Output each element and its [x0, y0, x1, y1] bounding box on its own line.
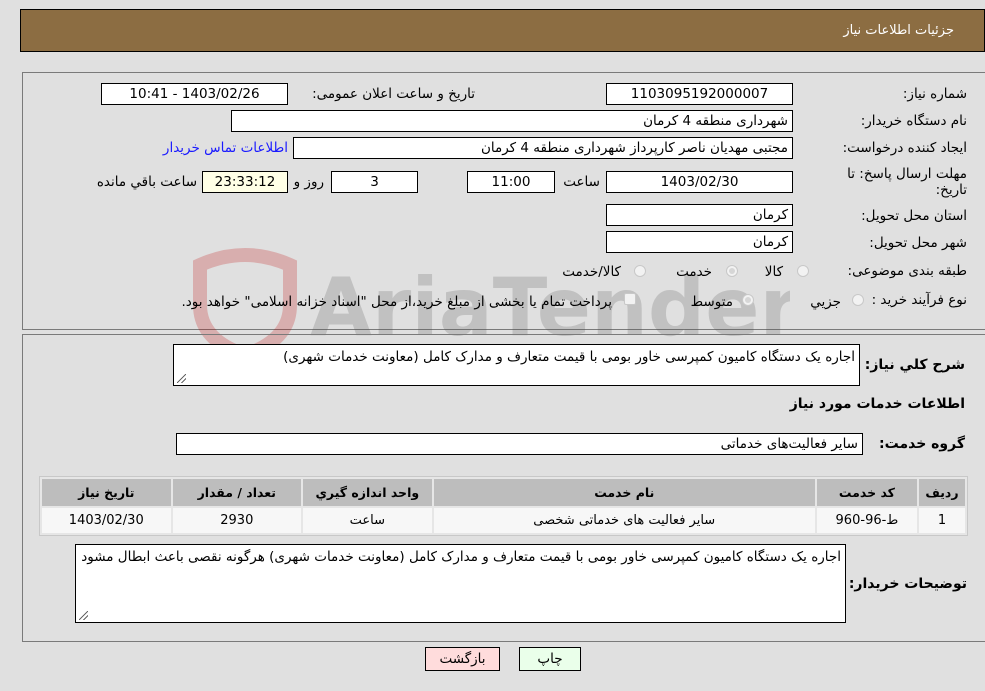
cell-unit: ساعت — [303, 508, 432, 533]
service-group-field[interactable]: سایر فعالیت‌های خدماتی — [176, 433, 863, 455]
col-row-number: رديف — [918, 479, 965, 506]
col-service-code: كد خدمت — [816, 479, 917, 506]
province-field[interactable]: کرمان — [606, 204, 793, 226]
table-row: 1 ط-96-960 سایر فعالیت های خدماتی شخصی س… — [42, 508, 965, 533]
col-unit: واحد اندازه گيري — [303, 479, 432, 506]
purchase-type-radio-medium[interactable] — [742, 294, 754, 306]
category-radio-goods[interactable] — [797, 265, 809, 277]
purchase-type-option-medium: متوسط — [690, 294, 733, 310]
print-button[interactable]: چاپ — [519, 647, 581, 671]
cell-quantity: 2930 — [172, 508, 302, 533]
announce-datetime-field[interactable]: 1403/02/26 - 10:41 — [101, 83, 288, 105]
purchase-type-radio-minor[interactable] — [852, 294, 864, 306]
category-option-goods-service: کالا/خدمت — [562, 264, 621, 280]
table-header-row: رديف كد خدمت نام خدمت واحد اندازه گيري ت… — [42, 479, 965, 506]
need-number-label: شماره نیاز: — [902, 86, 967, 102]
col-need-date: تاريخ نياز — [42, 479, 171, 506]
category-option-service: خدمت — [676, 264, 712, 280]
category-label: طبقه بندی موضوعی: — [847, 263, 967, 279]
remaining-days-field[interactable]: 3 — [331, 171, 418, 193]
buyer-org-field[interactable]: شهرداری منطقه 4 کرمان — [231, 110, 793, 132]
city-label: شهر محل تحویل: — [869, 235, 967, 251]
page-header: جزئیات اطلاعات نیاز — [20, 9, 985, 52]
city-field[interactable]: کرمان — [606, 231, 793, 253]
province-label: استان محل تحویل: — [861, 208, 967, 224]
deadline-date-field[interactable]: 1403/02/30 — [606, 171, 793, 193]
treasury-checkbox[interactable] — [624, 293, 636, 305]
category-option-goods: کالا — [764, 264, 783, 280]
category-radio-goods-service[interactable] — [634, 265, 646, 277]
page-title: جزئیات اطلاعات نیاز — [843, 23, 954, 38]
treasury-checkbox-label: پرداخت تمام یا بخشی از مبلغ خرید،از محل … — [181, 294, 612, 310]
deadline-time-field[interactable]: 11:00 — [467, 171, 555, 193]
service-group-label: گروه خدمت: — [879, 436, 965, 452]
days-label: روز و — [293, 174, 324, 190]
requester-label: ایجاد کننده درخواست: — [842, 140, 967, 156]
buyer-notes-text: اجاره یک دستگاه کامیون کمپرسی خاور بومی … — [81, 549, 841, 565]
col-quantity: تعداد / مقدار — [172, 479, 302, 506]
services-table: رديف كد خدمت نام خدمت واحد اندازه گيري ت… — [39, 476, 968, 536]
buyer-notes-label: توضيحات خريدار: — [848, 576, 967, 592]
buyer-contact-link[interactable]: اطلاعات تماس خریدار — [163, 140, 288, 156]
cell-need-date: 1403/02/30 — [42, 508, 171, 533]
services-heading: اطلاعات خدمات مورد نياز — [789, 396, 965, 412]
buyer-org-label: نام دستگاه خریدار: — [860, 113, 967, 129]
purchase-type-option-minor: جزيي — [810, 294, 841, 310]
resize-grip-icon[interactable] — [177, 374, 186, 383]
deadline-time-label: ساعت — [563, 174, 600, 190]
need-number-field[interactable]: 1103095192000007 — [606, 83, 793, 105]
deadline-label-date: تاریخ: — [935, 182, 967, 198]
description-text: اجاره یک دستگاه کامیون کمپرسی خاور بومی … — [283, 349, 855, 365]
description-textarea[interactable]: اجاره یک دستگاه کامیون کمپرسی خاور بومی … — [173, 344, 860, 386]
deadline-label: مهلت ارسال پاسخ: تا — [847, 166, 967, 182]
purchase-type-label: نوع فرآیند خرید : — [871, 292, 967, 308]
cell-service-name: سایر فعالیت های خدماتی شخصی — [433, 508, 815, 533]
back-button[interactable]: بازگشت — [425, 647, 500, 671]
cell-row-number: 1 — [918, 508, 965, 533]
remaining-time-field: 23:33:12 — [202, 171, 288, 193]
cell-service-code: ط-96-960 — [816, 508, 917, 533]
category-radio-service[interactable] — [726, 265, 738, 277]
description-label: شرح کلي نياز: — [864, 357, 965, 373]
buyer-notes-textarea[interactable]: اجاره یک دستگاه کامیون کمپرسی خاور بومی … — [75, 544, 846, 623]
requester-field[interactable]: مجتبی مهدیان ناصر کارپرداز شهرداری منطقه… — [293, 137, 793, 159]
col-service-name: نام خدمت — [433, 479, 815, 506]
announce-datetime-label: تاریخ و ساعت اعلان عمومی: — [312, 86, 475, 102]
remaining-time-label: ساعت باقي مانده — [96, 174, 197, 190]
resize-grip-icon[interactable] — [79, 611, 88, 620]
